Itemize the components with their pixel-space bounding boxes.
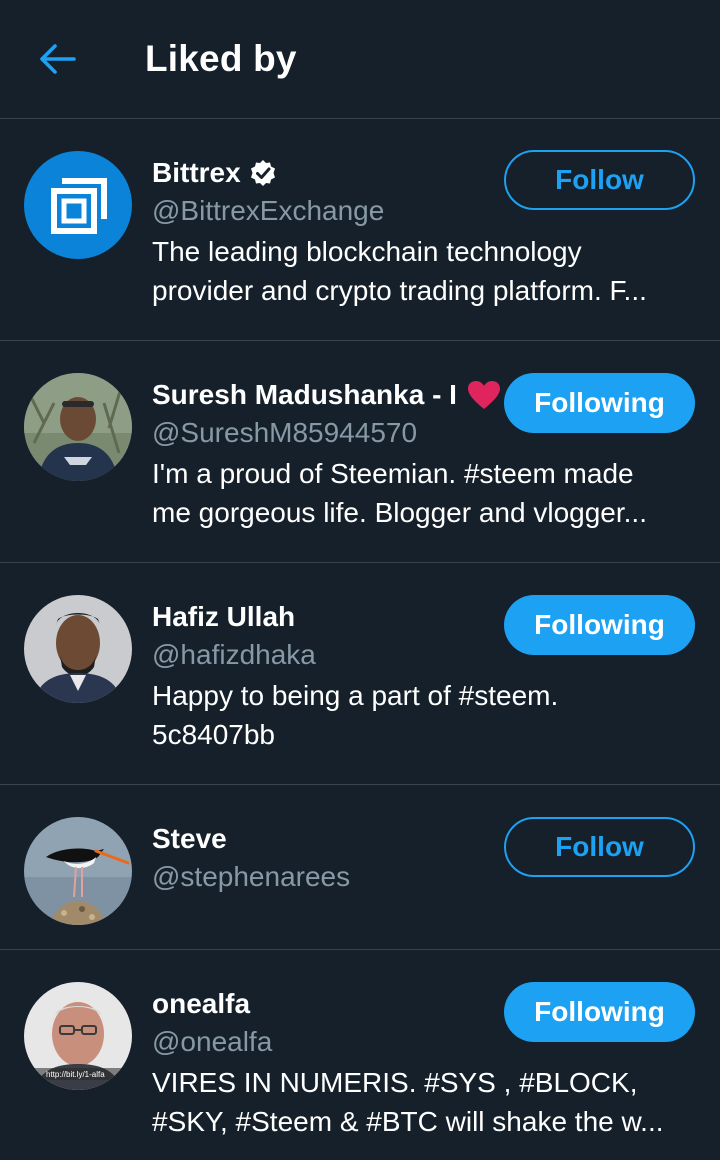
avatar-steve[interactable] bbox=[24, 817, 132, 925]
user-name[interactable]: Hafiz Ullah bbox=[152, 601, 295, 633]
red-heart-icon bbox=[467, 380, 501, 410]
follow-button[interactable]: Follow bbox=[504, 150, 695, 210]
user-bio: Happy to being a part of #steem. 5c8407b… bbox=[152, 676, 690, 754]
follow-button[interactable]: Follow bbox=[504, 817, 695, 877]
user-name[interactable]: Bittrex bbox=[152, 157, 241, 189]
bio-line: #SKY, #Steem & #BTC will shake the w... bbox=[152, 1106, 664, 1137]
user-name[interactable]: Suresh Madushanka - I bbox=[152, 379, 457, 411]
top-app-bar: Liked by bbox=[0, 0, 720, 119]
user-bio: VIRES IN NUMERIS. #SYS , #BLOCK, #SKY, #… bbox=[152, 1063, 690, 1141]
bio-line: 5c8407bb bbox=[152, 719, 276, 750]
arrow-left-icon bbox=[40, 44, 76, 74]
bio-line: VIRES IN NUMERIS. #SYS , #BLOCK, bbox=[152, 1067, 638, 1098]
bio-line: provider and crypto trading platform. F.… bbox=[152, 275, 647, 306]
user-name[interactable]: Steve bbox=[152, 823, 227, 855]
user-bio: I'm a proud of Steemian. #steem made me … bbox=[152, 454, 690, 532]
user-row-steve[interactable]: Steve @stephenarees Follow bbox=[0, 785, 720, 950]
avatar-caption: http://bit.ly/1-alfa bbox=[46, 1070, 105, 1079]
avatar-suresh[interactable] bbox=[24, 373, 132, 481]
user-bio: The leading blockchain technology provid… bbox=[152, 232, 690, 310]
bio-line: me gorgeous life. Blogger and vlogger... bbox=[152, 497, 647, 528]
avatar-bittrex[interactable] bbox=[24, 151, 132, 259]
following-button[interactable]: Following bbox=[504, 595, 695, 655]
user-name[interactable]: onealfa bbox=[152, 988, 250, 1020]
back-button[interactable] bbox=[27, 29, 87, 89]
avatar-hafiz[interactable] bbox=[24, 595, 132, 703]
user-row-bittrex[interactable]: Bittrex @BittrexExchange The leading blo… bbox=[0, 119, 720, 341]
user-row-onealfa[interactable]: http://bit.ly/1-alfa onealfa @onealfa VI… bbox=[0, 950, 720, 1160]
bio-line: The leading blockchain technology bbox=[152, 236, 582, 267]
following-button[interactable]: Following bbox=[504, 373, 695, 433]
bio-line: Happy to being a part of #steem. bbox=[152, 680, 559, 711]
avatar-onealfa[interactable]: http://bit.ly/1-alfa bbox=[24, 982, 132, 1090]
page-title: Liked by bbox=[145, 38, 297, 79]
bio-line: I'm a proud of Steemian. #steem made bbox=[152, 458, 634, 489]
verified-badge-icon bbox=[249, 159, 277, 187]
user-row-suresh[interactable]: Suresh Madushanka - I @SureshM85944570 I… bbox=[0, 341, 720, 563]
following-button[interactable]: Following bbox=[504, 982, 695, 1042]
user-row-hafiz[interactable]: Hafiz Ullah @hafizdhaka Happy to being a… bbox=[0, 563, 720, 785]
